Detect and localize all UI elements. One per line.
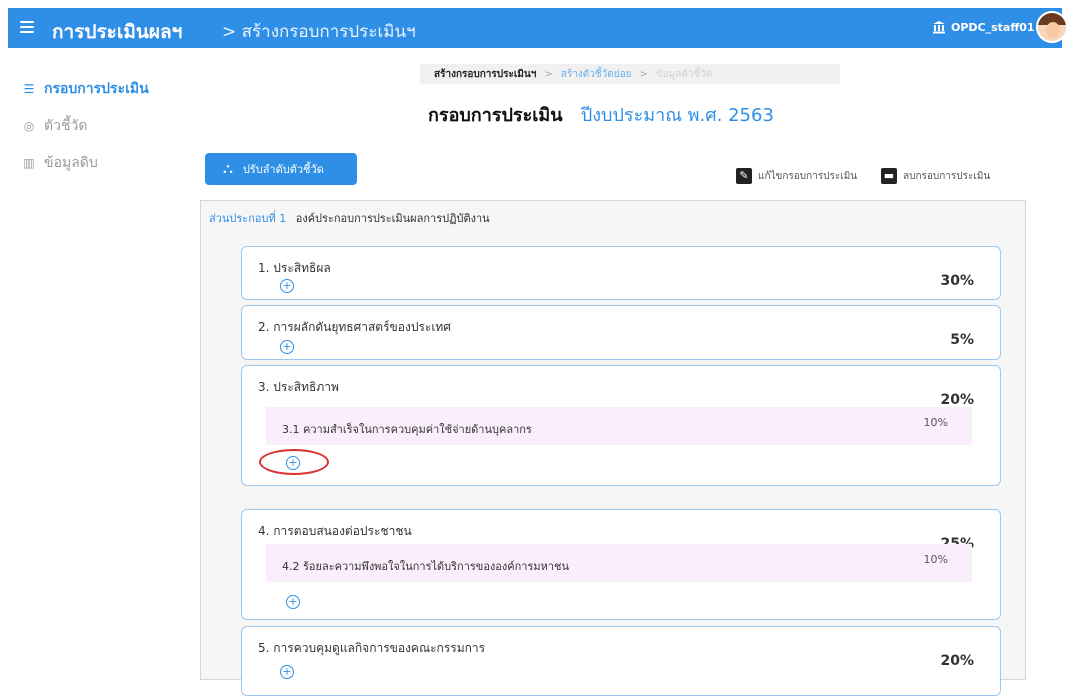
sidebar-item-label: ตัวชี้วัด <box>44 118 88 134</box>
criterion-title: 5. การควบคุมดูแลกิจการของคณะกรรมการ <box>258 641 486 655</box>
criterion-card: 5. การควบคุมดูแลกิจการของคณะกรรมการ 20% … <box>241 626 1001 696</box>
menu-icon[interactable] <box>20 18 34 33</box>
target-icon: ◎ <box>23 119 35 133</box>
step-1[interactable]: สร้างกรอบการประเมินฯ <box>434 67 536 82</box>
sub-indicator-weight: 10% <box>923 416 948 429</box>
criterion-weight: 5% <box>950 332 974 348</box>
reorder-indicators-label: ปรับลำดับตัวชี้วัด <box>242 163 324 176</box>
sidebar-item-label: กรอบการประเมิน <box>44 81 149 97</box>
edit-framework-button[interactable]: ✎ แก้ไขกรอบการประเมิน <box>736 168 857 184</box>
sidebar-item-framework[interactable]: ☰ กรอบการประเมิน <box>22 78 197 100</box>
archive-icon: ▬ <box>881 168 897 184</box>
component-panel: ส่วนประกอบที่ 1 องค์ประกอบการประเมินผลกา… <box>200 200 1026 696</box>
sub-indicator-row[interactable]: 3.1 ความสำเร็จในการควบคุมค่าใช้จ่ายด้านบ… <box>266 407 972 445</box>
criterion-card: 4. การตอบสนองต่อประชาชน 25% 4.2 ร้อยละคว… <box>241 509 1001 620</box>
delete-framework-label: ลบกรอบการประเมิน <box>903 170 991 182</box>
step-progress: สร้างกรอบการประเมินฯ > สร้างตัวชี้วัดย่อ… <box>420 64 840 84</box>
criterion-weight: 20% <box>940 653 974 669</box>
building-icon <box>933 21 945 34</box>
criterion-title: 4. การตอบสนองต่อประชาชน <box>258 524 412 538</box>
criterion-card: 3. ประสิทธิภาพ 20% 3.1 ความสำเร็จในการคว… <box>241 365 1001 486</box>
criterion-title: 1. ประสิทธิผล <box>258 261 331 275</box>
criterion-weight: 30% <box>940 273 974 289</box>
app-title[interactable]: การประเมินผลฯ <box>52 17 182 47</box>
sub-indicator-row[interactable]: 4.2 ร้อยละความพึงพอใจในการได้บริการขององ… <box>266 544 972 582</box>
sidebar: ☰ กรอบการประเมิน ◎ ตัวชี้วัด ▥ ข้อมูลดิบ <box>22 78 197 189</box>
sub-indicator-title: 3.1 ความสำเร็จในการควบคุมค่าใช้จ่ายด้านบ… <box>282 423 532 436</box>
step-separator: > <box>544 68 553 80</box>
add-circle-icon[interactable]: + <box>280 665 294 679</box>
add-circle-icon[interactable]: + <box>280 279 294 293</box>
list-icon: ☰ <box>23 82 35 96</box>
avatar[interactable] <box>1036 11 1068 43</box>
criterion-title: 2. การผลักดันยุทธศาสตร์ของประเทศ <box>258 320 451 334</box>
hierarchy-icon: ⛬ <box>223 161 233 177</box>
component-title: องค์ประกอบการประเมินผลการปฏิบัติงาน <box>295 212 490 225</box>
criterion-card: 2. การผลักดันยุทธศาสตร์ของประเทศ 5% + <box>241 305 1001 360</box>
criterion-card: 1. ประสิทธิผล 30% + <box>241 246 1001 300</box>
sidebar-item-label: ข้อมูลดิบ <box>44 155 98 171</box>
fiscal-year: ปีงบประมาณ พ.ศ. 2563 <box>580 105 774 126</box>
add-circle-icon[interactable]: + <box>286 595 300 609</box>
user-name[interactable]: OPDC_staff01 <box>951 21 1035 34</box>
edit-framework-label: แก้ไขกรอบการประเมิน <box>758 170 858 182</box>
sub-indicator-title: 4.2 ร้อยละความพึงพอใจในการได้บริการขององ… <box>282 560 570 573</box>
page-title: กรอบการประเมิน ปีงบประมาณ พ.ศ. 2563 <box>428 100 774 129</box>
criterion-title: 3. ประสิทธิภาพ <box>258 380 339 394</box>
component-heading: ส่วนประกอบที่ 1 องค์ประกอบการประเมินผลกา… <box>209 209 490 227</box>
sidebar-item-indicators[interactable]: ◎ ตัวชี้วัด <box>22 115 197 137</box>
sidebar-item-raw-data[interactable]: ▥ ข้อมูลดิบ <box>22 152 197 174</box>
criterion-weight: 20% <box>940 392 974 408</box>
edit-icon: ✎ <box>736 168 752 184</box>
delete-framework-button[interactable]: ▬ ลบกรอบการประเมิน <box>881 168 990 184</box>
highlight-annotation <box>259 449 329 475</box>
chart-icon: ▥ <box>23 156 35 170</box>
sub-indicator-weight: 10% <box>923 553 948 566</box>
breadcrumb: > สร้างกรอบการประเมินฯ <box>222 22 416 42</box>
add-circle-icon[interactable]: + <box>280 340 294 354</box>
step-2[interactable]: สร้างตัวชี้วัดย่อย <box>561 67 632 82</box>
component-label: ส่วนประกอบที่ 1 <box>209 212 287 225</box>
step-3: ข้อมูลตัวชี้วัด <box>655 68 713 80</box>
page-title-text: กรอบการประเมิน <box>428 105 563 126</box>
top-bar: การประเมินผลฯ > สร้างกรอบการประเมินฯ OPD… <box>8 8 1068 48</box>
step-separator: > <box>639 68 648 80</box>
reorder-indicators-button[interactable]: ⛬ ปรับลำดับตัวชี้วัด <box>205 153 357 185</box>
